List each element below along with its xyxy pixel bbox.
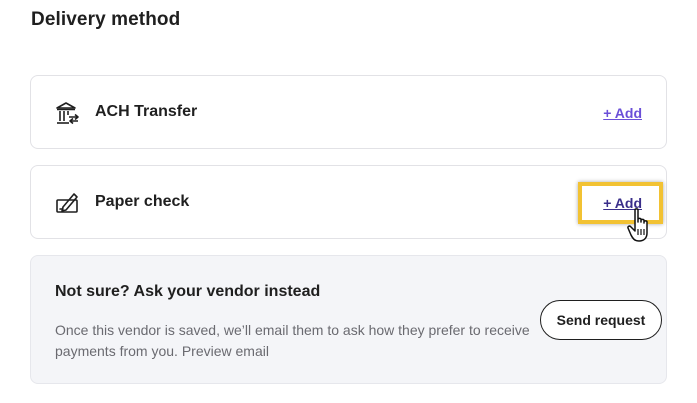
delivery-option-ach: ACH Transfer + Add [30, 75, 667, 149]
vendor-request-panel: Not sure? Ask your vendor instead Once t… [30, 255, 667, 384]
section-title: Delivery method [31, 9, 181, 30]
hand-pointer-cursor-icon [626, 207, 656, 245]
vendor-request-description: Once this vendor is saved, we’ll email t… [55, 322, 530, 359]
ach-transfer-label: ACH Transfer [95, 103, 198, 120]
bank-transfer-icon [55, 100, 81, 126]
paper-check-label: Paper check [95, 193, 190, 210]
send-request-button[interactable]: Send request [540, 300, 662, 340]
vendor-request-title: Not sure? Ask your vendor instead [55, 283, 321, 300]
paper-check-icon [55, 190, 81, 216]
delivery-method-page: Delivery method ACH Transfer + Add Paper… [0, 0, 697, 403]
add-ach-link[interactable]: + Add [603, 105, 642, 121]
delivery-option-paper-check: Paper check + Add [30, 165, 667, 239]
